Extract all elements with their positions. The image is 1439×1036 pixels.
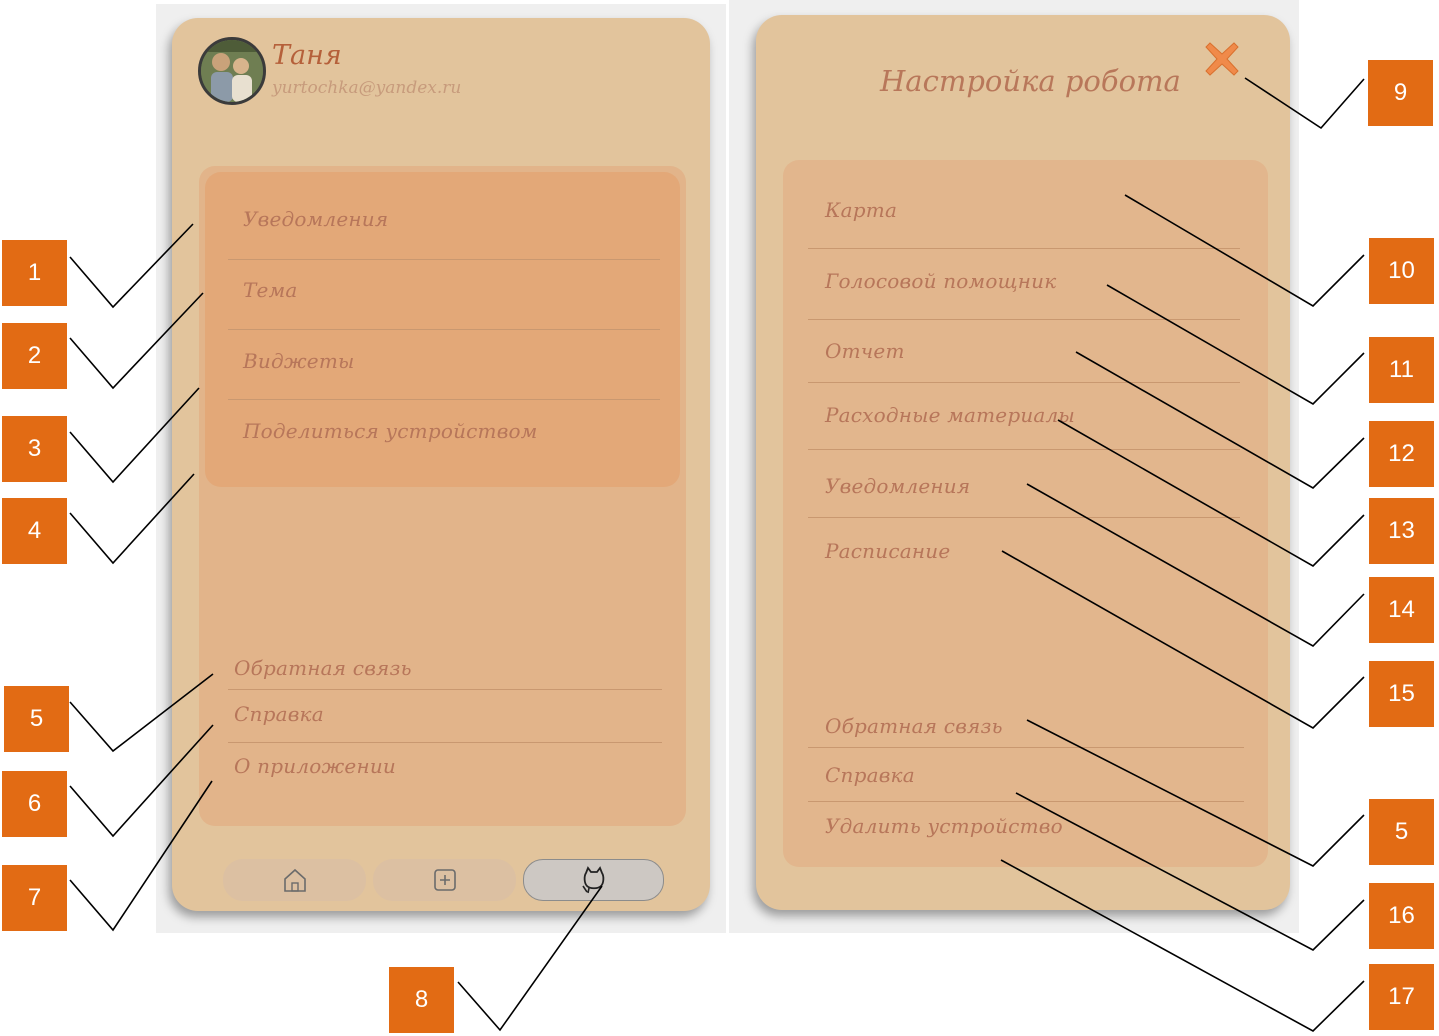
menu-item-robot-feedback[interactable]: Обратная связь — [825, 714, 1235, 738]
menu-item-voice-assistant[interactable]: Голосовой помощник — [825, 269, 1235, 293]
callout-5b: 5 — [1369, 799, 1434, 865]
callout-5: 5 — [4, 686, 69, 752]
robot-footer-divider — [808, 747, 1244, 748]
nav-home-button[interactable] — [223, 859, 366, 901]
callout-2: 2 — [2, 323, 67, 389]
callout-8: 8 — [389, 967, 454, 1033]
menu-item-delete-device[interactable]: Удалить устройство — [825, 814, 1235, 838]
callout-10: 10 — [1369, 238, 1434, 304]
menu-item-robot-help[interactable]: Справка — [825, 763, 1235, 787]
callout-6: 6 — [2, 771, 67, 837]
robot-menu-divider — [808, 449, 1240, 450]
callout-16: 16 — [1369, 883, 1434, 949]
menu-item-share-device[interactable]: Поделиться устройством — [243, 419, 663, 443]
avatar[interactable] — [198, 37, 266, 105]
menu-item-report[interactable]: Отчет — [825, 339, 1235, 363]
menu-item-feedback[interactable]: Обратная связь — [234, 656, 664, 680]
menu-item-widgets[interactable]: Виджеты — [243, 349, 663, 373]
callout-14: 14 — [1369, 577, 1434, 643]
robot-menu-divider — [808, 248, 1240, 249]
profile-email: yurtochka@yandex.ru — [272, 78, 462, 98]
robot-menu-divider — [808, 517, 1240, 518]
avatar-photo-icon — [201, 40, 263, 102]
robot-menu-divider — [808, 382, 1240, 383]
profile-name: Таня — [272, 40, 342, 71]
robot-settings-panel — [783, 160, 1268, 867]
callout-9: 9 — [1368, 60, 1433, 126]
close-button[interactable] — [1203, 40, 1241, 78]
menu-item-theme[interactable]: Тема — [243, 278, 663, 302]
callout-15: 15 — [1369, 661, 1434, 727]
callout-4: 4 — [2, 498, 67, 564]
callout-12: 12 — [1369, 421, 1434, 487]
robot-footer-divider — [808, 801, 1244, 802]
close-icon — [1205, 42, 1239, 76]
robot-settings-title: Настройка робота — [880, 64, 1181, 98]
menu-item-consumables[interactable]: Расходные материалы — [825, 403, 1235, 427]
callout-7: 7 — [2, 865, 67, 931]
callout-1: 1 — [2, 240, 67, 306]
callout-3: 3 — [2, 416, 67, 482]
menu-item-about[interactable]: О приложении — [234, 754, 664, 778]
nav-add-button[interactable] — [373, 859, 516, 901]
menu-item-schedule[interactable]: Расписание — [825, 539, 1235, 563]
menu-divider — [228, 329, 660, 330]
menu-item-map[interactable]: Карта — [825, 198, 1235, 222]
nav-robot-button[interactable] — [523, 859, 664, 901]
menu-item-notifications[interactable]: Уведомления — [243, 207, 663, 231]
menu-divider — [228, 399, 660, 400]
callout-11: 11 — [1369, 337, 1434, 403]
callout-13: 13 — [1369, 498, 1434, 564]
robot-menu-divider — [808, 319, 1240, 320]
home-icon — [283, 868, 306, 892]
add-icon — [433, 869, 456, 891]
menu-divider — [228, 259, 660, 260]
menu-item-help[interactable]: Справка — [234, 702, 664, 726]
footer-divider — [228, 742, 662, 743]
menu-item-robot-notifications[interactable]: Уведомления — [825, 474, 1235, 498]
footer-divider — [228, 689, 662, 690]
callout-17: 17 — [1369, 964, 1434, 1030]
robot-cat-icon — [581, 866, 604, 894]
